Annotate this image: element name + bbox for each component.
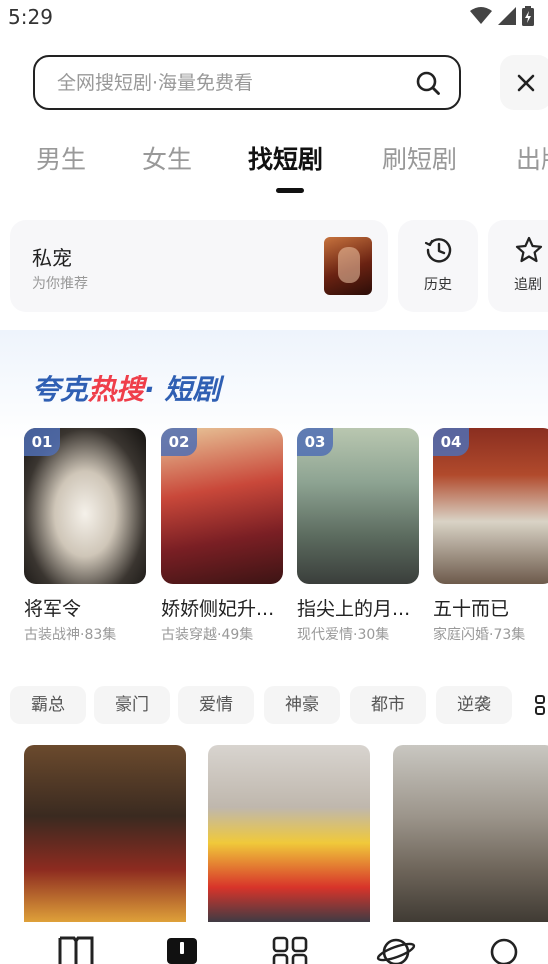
history-clock-icon [424,238,452,263]
planet-icon[interactable] [376,934,416,964]
drama-title: 将军令 [24,598,82,620]
recommend-title: 私宠 [32,246,72,270]
chip-urban[interactable]: 都市 [350,686,426,724]
star-icon [515,236,543,263]
drama-card[interactable]: 03 指尖上的月... 现代爱情·30集 [297,428,419,644]
profile-icon[interactable] [484,934,524,964]
tab-female[interactable]: 女生 [142,140,192,176]
battery-icon [522,6,534,26]
search-icon[interactable] [415,70,441,96]
drama-meta: 家庭闪婚·73集 [433,627,526,643]
drama-card[interactable]: 01 将军令 古装战神·83集 [24,428,146,644]
close-button[interactable] [500,55,548,110]
drama-poster[interactable]: 04 [433,428,548,584]
recommend-subtitle: 为你推荐 [32,276,88,292]
chip-romance[interactable]: 爱情 [178,686,254,724]
drama-grid-poster[interactable] [393,745,548,923]
status-icons [470,6,534,26]
drama-meta: 古装穿越·49集 [161,627,254,643]
search-box[interactable] [33,55,461,110]
drama-poster[interactable]: 01 [24,428,146,584]
chip-wealthy-family[interactable]: 豪门 [94,686,170,724]
genre-chips: 霸总 豪门 爱情 神豪 都市 逆袭 [10,686,548,724]
status-bar: 5:29 [0,0,548,34]
drama-title: 指尖上的月... [297,598,411,620]
hot-title-hot: 热搜 [88,373,145,406]
chip-tycoon[interactable]: 神豪 [264,686,340,724]
drama-card[interactable]: 04 五十而已 家庭闪婚·73集 [433,428,548,644]
bottom-nav [0,922,548,964]
drama-meta: 现代爱情·30集 [297,627,390,643]
rank-badge: 03 [297,428,333,456]
follow-label: 追剧 [514,277,542,293]
drama-grid-poster[interactable] [24,745,186,923]
category-tabs: 男生 女生 找短剧 刷短剧 出版 [0,140,548,196]
chip-comeback[interactable]: 逆袭 [436,686,512,724]
drama-card[interactable]: 02 娇娇侧妃升... 古装穿越·49集 [161,428,283,644]
follow-button[interactable]: 追剧 [488,220,548,312]
search-input[interactable] [57,69,387,97]
drama-title: 娇娇侧妃升... [161,598,275,620]
tab-publishing[interactable]: 出版 [516,140,548,176]
status-time: 5:29 [8,5,53,29]
rank-badge: 04 [433,428,469,456]
tab-browse-drama[interactable]: 刷短剧 [382,140,457,176]
hot-title-drama: · 短剧 [144,373,221,406]
apps-grid-icon[interactable] [270,934,310,964]
hot-search-title: 夸克热搜· 短剧 [32,368,220,408]
drama-poster[interactable]: 02 [161,428,283,584]
rank-badge: 02 [161,428,197,456]
hot-title-brand: 夸克 [32,373,89,406]
close-icon [517,74,535,91]
history-button[interactable]: 历史 [398,220,478,312]
wifi-icon [470,7,492,24]
short-drama-icon[interactable] [162,934,202,964]
signal-icon [498,7,516,25]
chip-ceo[interactable]: 霸总 [10,686,86,724]
search-row [0,55,548,111]
drama-meta: 古装战神·83集 [24,627,117,643]
recommend-thumbnail [324,237,372,295]
book-icon[interactable] [56,934,96,964]
recommend-card[interactable]: 私宠 为你推荐 [10,220,388,312]
rank-badge: 01 [24,428,60,456]
more-categories-icon[interactable] [535,695,548,715]
active-tab-indicator [276,188,304,193]
tab-find-drama[interactable]: 找短剧 [248,140,323,176]
drama-title: 五十而已 [433,598,510,620]
history-label: 历史 [424,277,452,293]
drama-grid-poster[interactable] [208,745,370,923]
tab-male[interactable]: 男生 [36,140,86,176]
drama-poster[interactable]: 03 [297,428,419,584]
